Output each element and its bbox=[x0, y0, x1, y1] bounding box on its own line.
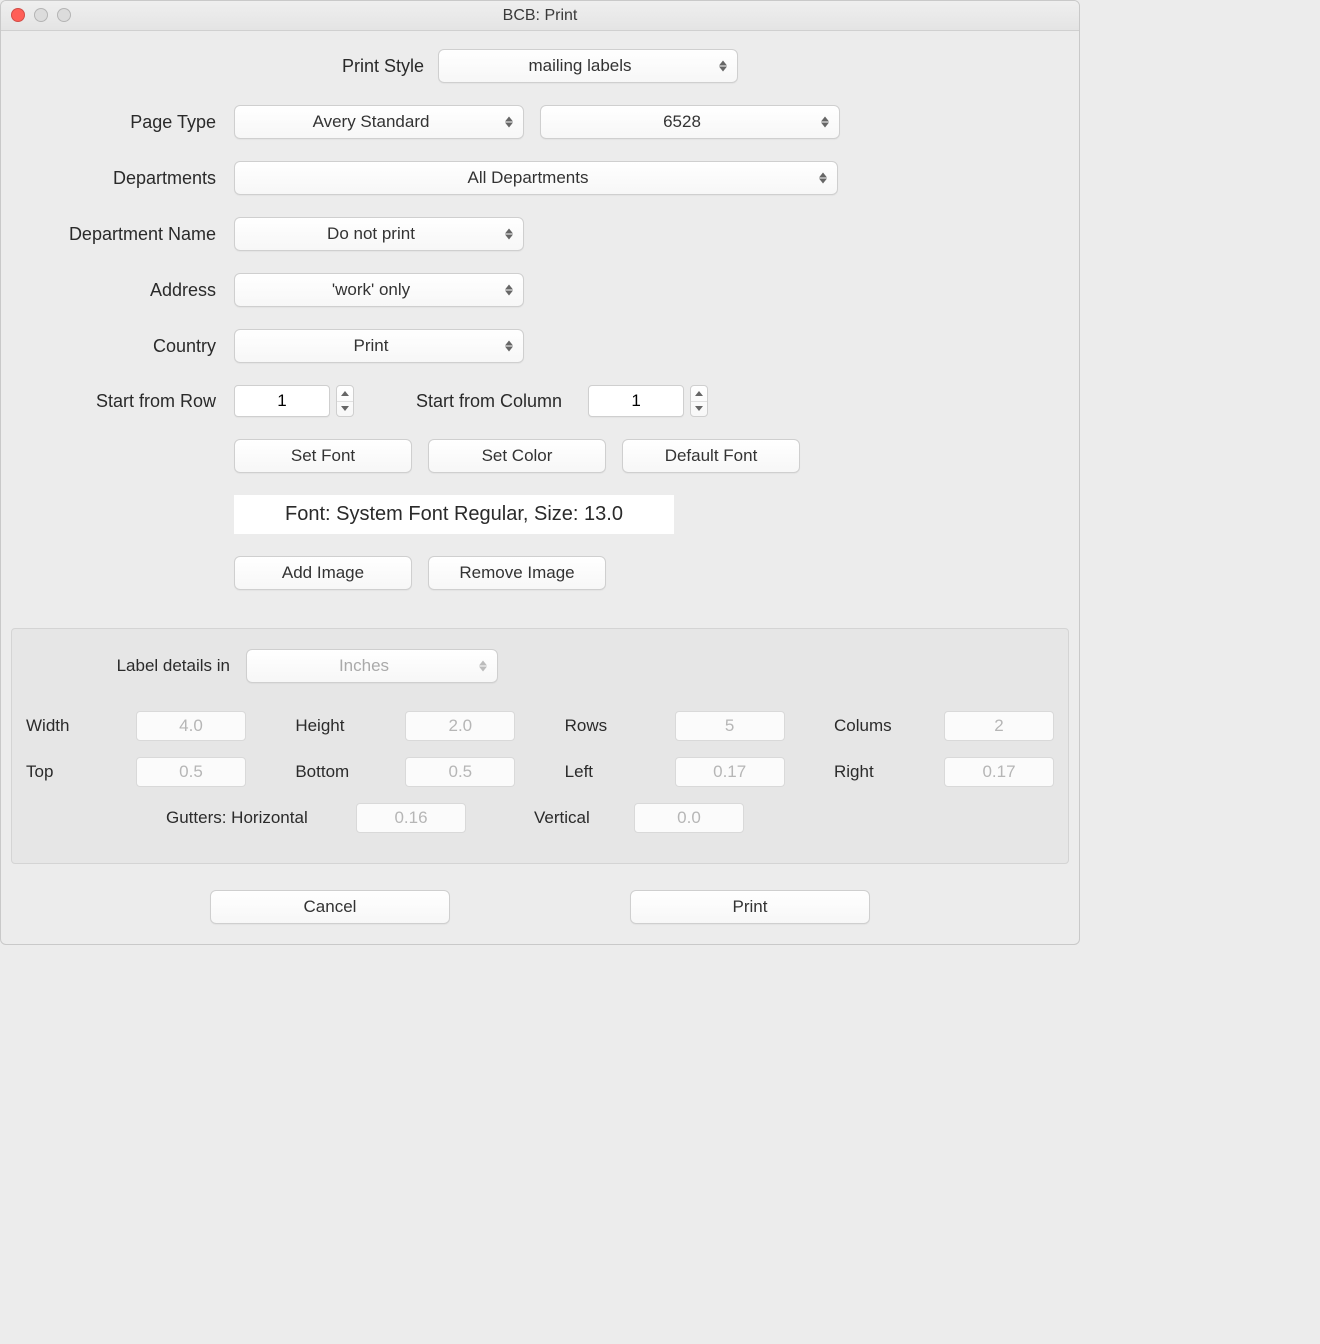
set-color-button[interactable]: Set Color bbox=[428, 439, 606, 473]
print-style-label: Print Style bbox=[342, 56, 438, 77]
chevron-updown-icon bbox=[505, 341, 513, 352]
start-row-stepper bbox=[234, 385, 354, 417]
page-type-vendor-value: Avery Standard bbox=[313, 112, 430, 132]
start-col-input[interactable] bbox=[588, 385, 684, 417]
chevron-updown-icon bbox=[821, 117, 829, 128]
department-name-popup[interactable]: Do not print bbox=[234, 217, 524, 251]
bottom-field[interactable] bbox=[405, 757, 515, 787]
stepper-down-icon bbox=[691, 401, 707, 417]
start-col-stepper-buttons[interactable] bbox=[690, 385, 708, 417]
minimize-window-button[interactable] bbox=[34, 8, 48, 22]
right-label: Right bbox=[834, 762, 934, 782]
traffic-lights bbox=[11, 8, 71, 22]
titlebar: BCB: Print bbox=[1, 1, 1079, 31]
start-col-label: Start from Column bbox=[416, 391, 572, 412]
left-label: Left bbox=[565, 762, 665, 782]
department-name-value: Do not print bbox=[327, 224, 415, 244]
address-label: Address bbox=[29, 280, 234, 301]
start-row-input[interactable] bbox=[234, 385, 330, 417]
country-popup[interactable]: Print bbox=[234, 329, 524, 363]
rows-label: Rows bbox=[565, 716, 665, 736]
add-image-button[interactable]: Add Image bbox=[234, 556, 412, 590]
cancel-button[interactable]: Cancel bbox=[210, 890, 450, 924]
dialog-content: Print Style mailing labels Page Type Ave… bbox=[1, 31, 1079, 944]
departments-popup[interactable]: All Departments bbox=[234, 161, 838, 195]
height-label: Height bbox=[295, 716, 395, 736]
height-field[interactable] bbox=[405, 711, 515, 741]
print-button[interactable]: Print bbox=[630, 890, 870, 924]
stepper-down-icon bbox=[337, 401, 353, 417]
default-font-button[interactable]: Default Font bbox=[622, 439, 800, 473]
page-type-label: Page Type bbox=[29, 112, 234, 133]
chevron-updown-icon bbox=[479, 661, 487, 672]
cols-field[interactable] bbox=[944, 711, 1054, 741]
gutters-horizontal-label: Gutters: Horizontal bbox=[166, 808, 346, 828]
cols-label: Colums bbox=[834, 716, 934, 736]
chevron-updown-icon bbox=[505, 229, 513, 240]
font-display: Font: System Font Regular, Size: 13.0 bbox=[234, 495, 674, 534]
print-dialog-window: BCB: Print Print Style mailing labels Pa… bbox=[0, 0, 1080, 945]
chevron-updown-icon bbox=[505, 285, 513, 296]
units-value: Inches bbox=[339, 656, 389, 676]
label-details-in-label: Label details in bbox=[26, 656, 246, 676]
label-details-panel: Label details in Inches Width Height Row… bbox=[11, 628, 1069, 864]
start-col-stepper bbox=[588, 385, 708, 417]
start-row-stepper-buttons[interactable] bbox=[336, 385, 354, 417]
page-type-vendor-popup[interactable]: Avery Standard bbox=[234, 105, 524, 139]
start-row-label: Start from Row bbox=[29, 391, 234, 412]
zoom-window-button[interactable] bbox=[57, 8, 71, 22]
chevron-updown-icon bbox=[505, 117, 513, 128]
departments-value: All Departments bbox=[468, 168, 589, 188]
print-style-popup[interactable]: mailing labels bbox=[438, 49, 738, 83]
bottom-label: Bottom bbox=[295, 762, 395, 782]
address-popup[interactable]: 'work' only bbox=[234, 273, 524, 307]
print-style-value: mailing labels bbox=[529, 56, 632, 76]
remove-image-button[interactable]: Remove Image bbox=[428, 556, 606, 590]
stepper-up-icon bbox=[691, 386, 707, 401]
address-value: 'work' only bbox=[332, 280, 410, 300]
window-title: BCB: Print bbox=[503, 7, 578, 25]
close-window-button[interactable] bbox=[11, 8, 25, 22]
top-field[interactable] bbox=[136, 757, 246, 787]
units-popup[interactable]: Inches bbox=[246, 649, 498, 683]
top-label: Top bbox=[26, 762, 126, 782]
stepper-up-icon bbox=[337, 386, 353, 401]
country-value: Print bbox=[354, 336, 389, 356]
department-name-label: Department Name bbox=[29, 224, 234, 245]
width-field[interactable] bbox=[136, 711, 246, 741]
departments-label: Departments bbox=[29, 168, 234, 189]
set-font-button[interactable]: Set Font bbox=[234, 439, 412, 473]
left-field[interactable] bbox=[675, 757, 785, 787]
gutters-vertical-label: Vertical bbox=[534, 808, 624, 828]
chevron-updown-icon bbox=[819, 173, 827, 184]
gutter-horizontal-field[interactable] bbox=[356, 803, 466, 833]
width-label: Width bbox=[26, 716, 126, 736]
rows-field[interactable] bbox=[675, 711, 785, 741]
chevron-updown-icon bbox=[719, 61, 727, 72]
page-type-number-value: 6528 bbox=[663, 112, 701, 132]
gutter-vertical-field[interactable] bbox=[634, 803, 744, 833]
right-field[interactable] bbox=[944, 757, 1054, 787]
country-label: Country bbox=[29, 336, 234, 357]
page-type-number-popup[interactable]: 6528 bbox=[540, 105, 840, 139]
